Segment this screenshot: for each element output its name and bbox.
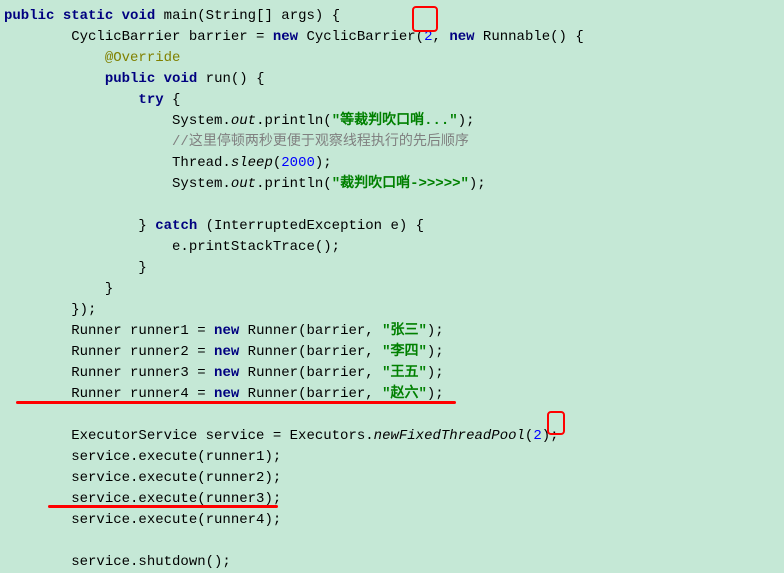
code-line-27: service.shutdown(); [4, 552, 780, 573]
code-line-7: //这里停顿两秒更便于观察线程执行的先后顺序 [4, 132, 780, 153]
code-line-20 [4, 405, 780, 426]
code-line-25: service.execute(runner4); [4, 510, 780, 531]
code-line-17: Runner runner2 = new Runner(barrier, "李四… [4, 342, 780, 363]
code-line-6: System.out.println("等裁判吹口哨..."); [4, 111, 780, 132]
code-line-19: Runner runner4 = new Runner(barrier, "赵六… [4, 384, 780, 405]
code-line-14: } [4, 279, 780, 300]
code-line-1: public static void main(String[] args) { [4, 6, 780, 27]
code-line-5: try { [4, 90, 780, 111]
code-line-21: ExecutorService service = Executors.newF… [4, 426, 780, 447]
code-line-8: Thread.sleep(2000); [4, 153, 780, 174]
code-line-11: } catch (InterruptedException e) { [4, 216, 780, 237]
code-line-13: } [4, 258, 780, 279]
code-line-4: public void run() { [4, 69, 780, 90]
code-line-15: }); [4, 300, 780, 321]
code-line-26 [4, 531, 780, 552]
code-line-22: service.execute(runner1); [4, 447, 780, 468]
code-line-9: System.out.println("裁判吹口哨->>>>>"); [4, 174, 780, 195]
code-line-10 [4, 195, 780, 216]
code-line-24: service.execute(runner3); [4, 489, 780, 510]
code-line-23: service.execute(runner2); [4, 468, 780, 489]
code-line-3: @Override [4, 48, 780, 69]
code-line-16: Runner runner1 = new Runner(barrier, "张三… [4, 321, 780, 342]
code-line-12: e.printStackTrace(); [4, 237, 780, 258]
code-line-18: Runner runner3 = new Runner(barrier, "王五… [4, 363, 780, 384]
code-line-2: CyclicBarrier barrier = new CyclicBarrie… [4, 27, 780, 48]
